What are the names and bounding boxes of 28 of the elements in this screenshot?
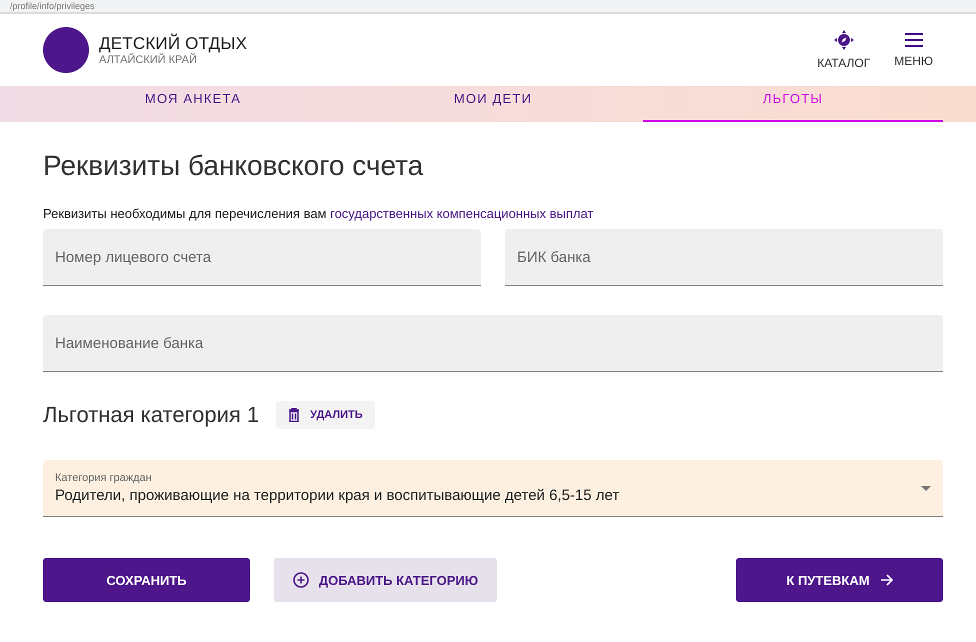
site-subtitle: АЛТАЙСКИЙ КРАЙ — [99, 54, 198, 66]
tab[interactable]: МОЯ АНКЕТА — [43, 86, 343, 122]
add-category-button[interactable]: ДОБАВИТЬ КАТЕГОРИЮ — [274, 558, 497, 602]
field-label: Категория граждан — [55, 472, 153, 484]
plus-circle-icon — [292, 572, 309, 588]
catalog-button[interactable]: КАТАЛОГ — [817, 30, 870, 70]
input-field[interactable]: БИК банка — [505, 229, 943, 286]
menu-icon — [904, 32, 924, 48]
tab[interactable]: МОИ ДЕТИ — [343, 86, 643, 122]
select-field[interactable]: Категория граждан Родители, проживающие на территории края и воспитывающие детей 6,5-15 лет — [43, 460, 943, 517]
delete-button[interactable]: УДАЛИТЬ — [276, 401, 375, 429]
info-link[interactable]: государственных компенсационных выплат — [330, 206, 594, 221]
dropdown-caret-icon — [921, 486, 931, 491]
category-title: Льготная категория 1 — [43, 402, 260, 428]
next-button[interactable]: К ПУТЕВКАМ — [736, 558, 943, 602]
site-title: ДЕТСКИЙ ОТДЫХ — [99, 34, 248, 53]
save-button[interactable]: СОХРАНИТЬ — [43, 558, 250, 602]
compass-icon — [834, 30, 854, 50]
field-value: Родители, проживающие на территории края и воспитывающие детей 6,5-15 лет — [55, 487, 620, 504]
trash-icon — [288, 408, 300, 422]
menu-button[interactable]: МЕНЮ — [894, 32, 933, 68]
arrow-right-icon — [880, 574, 893, 586]
address-url: /profile/info/privileges — [10, 1, 95, 12]
logo-icon — [43, 27, 89, 73]
section-title: Реквизиты банковского счета — [43, 150, 424, 182]
input-field[interactable]: Номер лицевого счета — [43, 229, 481, 286]
input-field[interactable]: Наименование банка — [43, 315, 943, 372]
info-text: Реквизиты необходимы для перечисления вам государственных компенсационных выплат — [43, 206, 594, 221]
